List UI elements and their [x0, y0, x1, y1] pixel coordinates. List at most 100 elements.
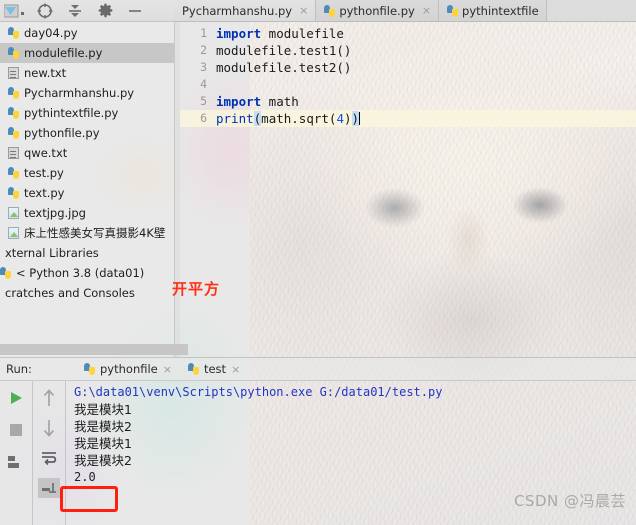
- project-tree: day04.py modulefile.py new.txt Pycharmhansh…: [0, 22, 174, 303]
- layout-toggle-icon[interactable]: [5, 452, 27, 472]
- line-code: import modulefile: [216, 25, 344, 42]
- run-tab-label: pythonfile: [100, 362, 158, 376]
- code-token: import: [216, 94, 262, 109]
- tree-item[interactable]: qwe.txt: [0, 143, 174, 163]
- python-file-icon: [187, 363, 199, 375]
- code-editor[interactable]: 1 import modulefile 2 modulefile.test1() 3 mo…: [174, 22, 636, 357]
- tree-item-label: 床上性感美女写真摄影4K壁: [24, 226, 166, 240]
- code-token: import: [216, 26, 262, 41]
- code-token: 4: [336, 111, 344, 126]
- csdn-watermark: CSDN @冯晨芸: [513, 492, 626, 510]
- editor-line: 6 print(math.sqrt(4)): [180, 110, 636, 127]
- editor-line: 3 modulefile.test2(): [180, 59, 636, 76]
- editor-tab-2[interactable]: pythonfile.py ×: [316, 0, 440, 21]
- close-icon[interactable]: ×: [163, 363, 172, 376]
- run-button-icon[interactable]: [5, 388, 27, 408]
- editor-line: 5 import math: [180, 93, 636, 110]
- close-icon[interactable]: ×: [231, 363, 240, 376]
- editor-lines: 1 import modulefile 2 modulefile.test1() 3 mo…: [180, 22, 636, 357]
- tree-item-label: text.py: [24, 186, 65, 200]
- python-file-icon: [8, 187, 19, 199]
- python-file-icon: [8, 167, 19, 179]
- line-code: print(math.sqrt(4)): [216, 110, 361, 127]
- hide-panel-icon[interactable]: [120, 1, 150, 21]
- editor-horizontal-scrollbar[interactable]: [0, 344, 188, 355]
- python-file-icon: [8, 107, 19, 119]
- tree-item-label: textjpg.jpg: [24, 206, 86, 220]
- editor-tab-3[interactable]: pythintextfile: [439, 0, 547, 21]
- tree-item[interactable]: < Python 3.8 (data01): [0, 263, 174, 283]
- pycharm-window: Pycharmhanshu.py × pythonfile.py × pythintex…: [0, 0, 636, 525]
- python-file-icon: [0, 267, 11, 279]
- image-file-icon: [8, 207, 19, 219]
- stop-button-icon[interactable]: [5, 420, 27, 440]
- python-file-icon: [84, 363, 95, 375]
- scroll-up-icon[interactable]: [38, 388, 60, 408]
- tree-item-label: qwe.txt: [24, 146, 68, 160]
- code-token: modulefile.test2(): [216, 60, 352, 75]
- run-actions-left: [0, 381, 33, 525]
- line-number: 6: [200, 111, 207, 125]
- tree-item-label: pythintextfile.py: [24, 106, 119, 120]
- line-number: 5: [200, 94, 207, 108]
- editor-tab-label: Pycharmhanshu.py: [182, 3, 293, 18]
- line-number: 2: [200, 43, 207, 57]
- console-line: 2.0: [74, 470, 96, 484]
- line-number: 3: [200, 60, 207, 74]
- tree-item-label: modulefile.py: [24, 46, 103, 60]
- tree-item[interactable]: new.txt: [0, 63, 174, 83]
- python-file-icon: [447, 4, 459, 17]
- editor-tab-strip: Pycharmhanshu.py × pythonfile.py × pythintex…: [174, 0, 636, 22]
- tree-item[interactable]: modulefile.py: [0, 43, 174, 63]
- tree-item[interactable]: test.py: [0, 163, 174, 183]
- tree-item-label: day04.py: [24, 26, 78, 40]
- editor-line: 4: [180, 76, 636, 93]
- run-tool-window-header: Run: pythonfile × test ×: [0, 357, 636, 381]
- line-code: modulefile.test1(): [216, 42, 351, 59]
- tree-item[interactable]: cratches and Consoles: [0, 283, 174, 303]
- close-icon[interactable]: ×: [422, 4, 431, 17]
- collapse-all-icon[interactable]: [60, 1, 90, 21]
- python-file-icon: [8, 87, 19, 99]
- tree-item[interactable]: pythintextfile.py: [0, 103, 174, 123]
- code-token: math.sqrt: [261, 111, 329, 126]
- code-token: ): [343, 111, 352, 126]
- tree-item[interactable]: xternal Libraries: [0, 243, 174, 263]
- console-line: G:\data01\venv\Scripts\python.exe G:/dat…: [74, 385, 443, 399]
- code-token: print: [216, 111, 254, 126]
- tree-item-label: xternal Libraries: [5, 246, 99, 260]
- tree-item[interactable]: Pycharmhanshu.py: [0, 83, 174, 103]
- tree-item[interactable]: textjpg.jpg: [0, 203, 174, 223]
- tree-item[interactable]: pythonfile.py: [0, 123, 174, 143]
- locate-target-icon[interactable]: [30, 1, 60, 21]
- print-icon[interactable]: [38, 478, 60, 498]
- run-label: Run:: [6, 362, 32, 376]
- run-actions-right: [33, 381, 66, 525]
- console-line: 我是模块2: [74, 419, 132, 434]
- tree-item-label: < Python 3.8 (data01): [16, 266, 145, 280]
- soft-wrap-icon[interactable]: [38, 448, 60, 468]
- project-view-dropdown-icon[interactable]: [0, 1, 30, 21]
- editor-tab-label: pythonfile.py: [339, 3, 415, 18]
- line-code: import math: [216, 93, 299, 110]
- python-file-icon: [8, 127, 19, 139]
- run-tab-2[interactable]: test ×: [180, 357, 248, 381]
- line-code: modulefile.test2(): [216, 59, 351, 76]
- close-icon[interactable]: ×: [299, 4, 308, 17]
- code-token: ): [351, 111, 360, 126]
- image-file-icon: [8, 227, 19, 239]
- tree-item-label: Pycharmhanshu.py: [24, 86, 135, 100]
- editor-line: 2 modulefile.test1(): [180, 42, 636, 59]
- tree-item[interactable]: text.py: [0, 183, 174, 203]
- scroll-down-icon[interactable]: [38, 418, 60, 438]
- run-tabs: pythonfile × test ×: [76, 357, 248, 381]
- console-line: 我是模块1: [74, 402, 132, 417]
- editor-tab-1[interactable]: Pycharmhanshu.py ×: [174, 0, 317, 21]
- run-tab-1[interactable]: pythonfile ×: [76, 357, 180, 381]
- tree-item[interactable]: day04.py: [0, 23, 174, 43]
- settings-gear-icon[interactable]: [90, 1, 120, 21]
- run-tab-label: test: [203, 362, 227, 376]
- tree-item[interactable]: 床上性感美女写真摄影4K壁: [0, 223, 174, 243]
- panel-divider[interactable]: [174, 22, 175, 357]
- project-tree-panel[interactable]: day04.py modulefile.py new.txt Pycharmhansh…: [0, 22, 174, 357]
